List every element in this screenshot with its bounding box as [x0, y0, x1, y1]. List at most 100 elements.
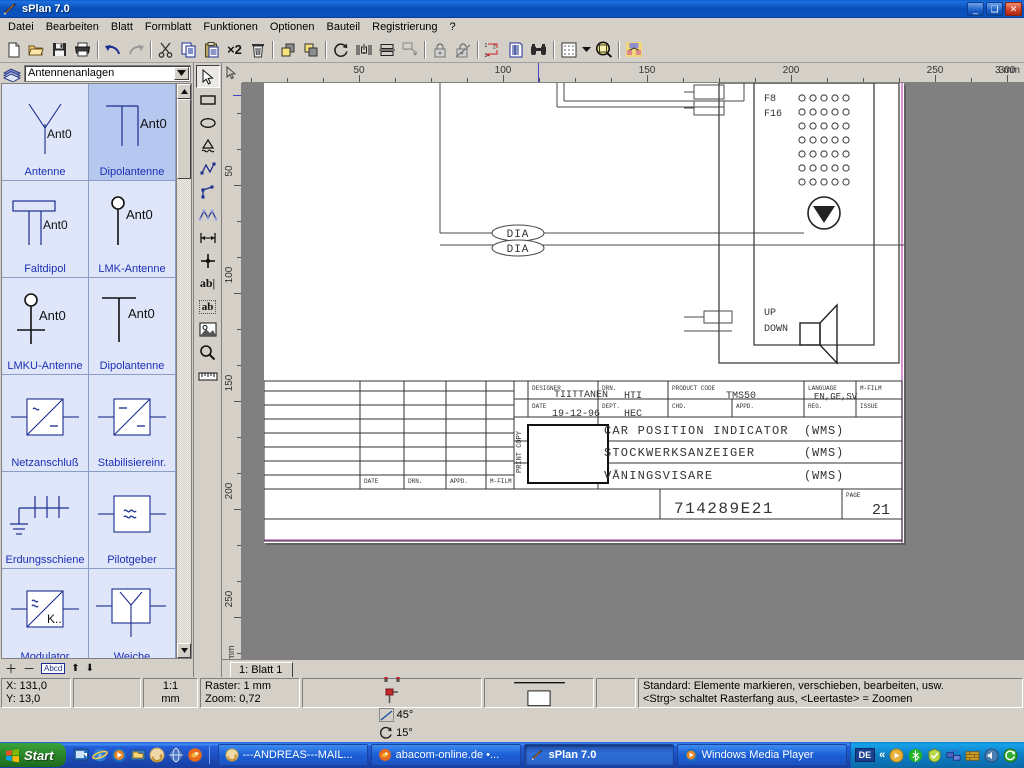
tray-firewall[interactable]: [965, 748, 980, 763]
horizontal-ruler[interactable]: 50 100 150 200 250 300 3 mm: [222, 63, 1024, 83]
delete-button[interactable]: [246, 39, 269, 61]
scale-field[interactable]: 1:1 mm: [143, 678, 198, 708]
ql-media-player[interactable]: [111, 747, 127, 763]
tool-connection-point[interactable]: [196, 249, 220, 272]
print-button[interactable]: [71, 39, 94, 61]
library-scrollbar[interactable]: [176, 84, 191, 658]
mirror-v-button[interactable]: [375, 39, 398, 61]
scroll-track[interactable]: [177, 179, 191, 643]
tray-volume[interactable]: [984, 747, 999, 763]
tool-rectangle[interactable]: [196, 88, 220, 111]
chevron-down-icon[interactable]: [174, 66, 189, 80]
tool-special[interactable]: [196, 134, 220, 157]
redo-button[interactable]: [124, 39, 147, 61]
library-item-dipolantenne-dual[interactable]: Ant0 Dipolantenne: [89, 84, 176, 181]
library-item-pilotgeber[interactable]: Pilotgeber: [89, 472, 176, 569]
undo-button[interactable]: [101, 39, 124, 61]
menu-bauteil[interactable]: Bauteil: [320, 19, 366, 35]
unlock-button[interactable]: [451, 39, 474, 61]
duplicate-button[interactable]: ×2: [223, 39, 246, 61]
tool-text[interactable]: ab|: [196, 272, 220, 295]
menu-registrierung[interactable]: Registrierung: [366, 19, 443, 35]
menu-help[interactable]: ?: [444, 19, 462, 35]
raster-zoom-field[interactable]: Raster: 1 mm Zoom: 0,72: [200, 678, 300, 708]
cut-button[interactable]: [154, 39, 177, 61]
send-to-back-button[interactable]: [299, 39, 322, 61]
ql-mail[interactable]: [149, 747, 165, 763]
maximize-button[interactable]: ❑: [986, 2, 1003, 16]
tool-dimension[interactable]: [196, 226, 220, 249]
group-button[interactable]: [398, 39, 421, 61]
autonumbering-button[interactable]: 1 2 3: [481, 39, 504, 61]
tool-line[interactable]: [196, 180, 220, 203]
menu-funktionen[interactable]: Funktionen: [197, 19, 263, 35]
menu-optionen[interactable]: Optionen: [264, 19, 321, 35]
library-item-lmku-antenne[interactable]: Ant0 LMKU-Antenne: [2, 278, 89, 375]
library-item-stabilisiereinr[interactable]: Stabilisiereinr.: [89, 375, 176, 472]
move-up-button[interactable]: ⬆: [71, 663, 79, 674]
vertical-ruler[interactable]: 50 100 150 200 250 mm: [222, 83, 242, 659]
close-button[interactable]: ✕: [1005, 2, 1022, 16]
language-indicator[interactable]: DE: [854, 748, 876, 762]
move-down-button[interactable]: ⬇: [86, 663, 94, 674]
menu-bearbeiten[interactable]: Bearbeiten: [40, 19, 105, 35]
scroll-thumb[interactable]: [177, 99, 191, 179]
ql-show-desktop[interactable]: [73, 747, 89, 763]
taskbutton-splan[interactable]: sPlan 7.0: [523, 744, 674, 766]
tool-select[interactable]: [195, 65, 220, 88]
add-component-button[interactable]: ＋: [5, 660, 17, 677]
ql-globe[interactable]: [168, 747, 184, 763]
tool-ellipse[interactable]: [196, 111, 220, 134]
zoom-button[interactable]: [592, 39, 615, 61]
menu-formblatt[interactable]: Formblatt: [139, 19, 197, 35]
grid-dropdown-button[interactable]: [580, 39, 592, 61]
tool-image[interactable]: [196, 318, 220, 341]
scroll-down-button[interactable]: [177, 643, 191, 658]
tray-media-player[interactable]: [889, 747, 904, 763]
save-button[interactable]: [48, 39, 71, 61]
angle-snap-line[interactable]: 45°: [378, 708, 413, 722]
find-button[interactable]: [527, 39, 550, 61]
minimize-button[interactable]: _: [967, 2, 984, 16]
menu-blatt[interactable]: Blatt: [105, 19, 139, 35]
sheet-tab-1[interactable]: 1: Blatt 1: [230, 662, 294, 677]
drawing-sheet[interactable]: DIA DIA F8 F16 UP DOWN DESIGNER TIITTANE…: [264, 83, 904, 543]
drawing-canvas[interactable]: DIA DIA F8 F16 UP DOWN DESIGNER TIITTANE…: [242, 83, 1024, 659]
library-item-modulator[interactable]: K.. Modulator: [2, 569, 89, 658]
angle-snap-rotate[interactable]: 15°: [379, 726, 413, 740]
start-button[interactable]: Start: [0, 743, 66, 767]
open-button[interactable]: [25, 39, 48, 61]
copy-button[interactable]: [177, 39, 200, 61]
parts-list-button[interactable]: [504, 39, 527, 61]
tool-polygon[interactable]: [196, 157, 220, 180]
library-item-lmk-antenne[interactable]: Ant0 LMK-Antenne: [89, 181, 176, 278]
paste-button[interactable]: [200, 39, 223, 61]
rename-component-button[interactable]: Abcd: [41, 662, 66, 674]
ql-firefox[interactable]: [187, 747, 203, 763]
pin-toggle[interactable]: [384, 687, 400, 704]
tool-textbox[interactable]: ab: [196, 295, 220, 318]
tool-zoom[interactable]: [196, 341, 220, 364]
library-item-antenne[interactable]: Ant0 Antenne: [2, 84, 89, 181]
image-button[interactable]: [622, 39, 645, 61]
remove-component-button[interactable]: －: [23, 660, 35, 677]
library-item-faltdipol[interactable]: Ant0 Faltdipol: [2, 181, 89, 278]
tray-updates[interactable]: [1003, 747, 1018, 763]
menu-datei[interactable]: Datei: [2, 19, 40, 35]
tool-measure[interactable]: [196, 364, 220, 387]
taskbutton-wmp[interactable]: Windows Media Player: [676, 744, 847, 766]
new-button[interactable]: [2, 39, 25, 61]
library-item-dipolantenne[interactable]: Ant0 Dipolantenne: [89, 278, 176, 375]
tray-network[interactable]: [946, 748, 961, 763]
lock-button[interactable]: [428, 39, 451, 61]
library-item-netzanschluss[interactable]: Netzanschluß: [2, 375, 89, 472]
tray-expand-chevron-icon[interactable]: «: [879, 749, 885, 761]
tray-antivirus[interactable]: [927, 747, 942, 763]
library-item-erdungsschiene[interactable]: Erdungsschiene: [2, 472, 89, 569]
library-group-combo[interactable]: Antennenanlagen: [24, 64, 191, 82]
ql-explorer[interactable]: [130, 747, 146, 763]
ql-internet-explorer[interactable]: e: [91, 747, 108, 763]
tray-bluetooth[interactable]: [908, 748, 923, 763]
taskbutton-mail[interactable]: ---ANDREAS---MAIL...: [217, 744, 368, 766]
tool-polyline[interactable]: [196, 203, 220, 226]
